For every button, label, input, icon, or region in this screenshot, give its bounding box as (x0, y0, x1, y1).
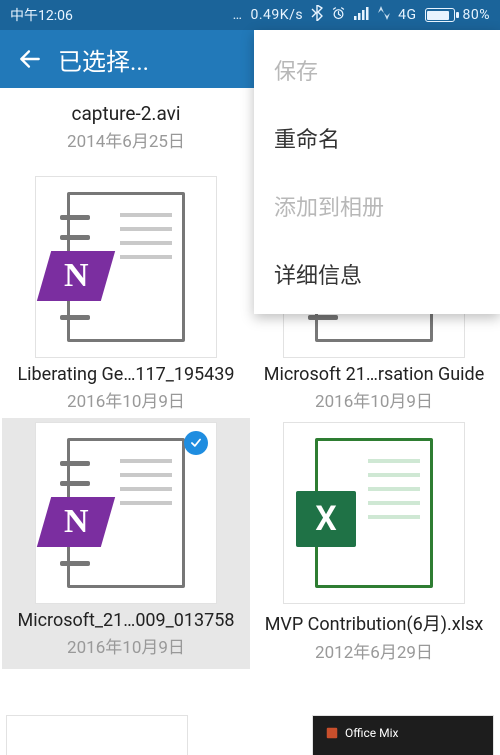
file-thumbnail-peek[interactable] (6, 715, 188, 755)
file-thumbnail: X (283, 422, 465, 604)
status-battery-pct: 80% (463, 7, 491, 23)
menu-item-details[interactable]: 详细信息 (254, 240, 500, 308)
file-cell[interactable]: N Liberating Ge…117_195439 2016年10月9日 (2, 172, 250, 418)
excel-icon: X (296, 491, 356, 547)
selection-check-icon (184, 431, 208, 455)
file-date: 2012年6月29日 (315, 638, 433, 663)
menu-item-label: 添加到相册 (274, 196, 384, 221)
menu-item-rename[interactable]: 重命名 (254, 104, 500, 172)
data-arrows-icon (378, 6, 390, 24)
signal-icon (354, 7, 370, 24)
menu-item-label: 详细信息 (274, 264, 362, 289)
officemix-label: Office Mix (345, 726, 398, 740)
file-name: MVP Contribution(6月).xlsx (265, 610, 484, 636)
back-button[interactable] (16, 45, 44, 73)
file-thumbnail: N (35, 176, 217, 358)
file-name: Microsoft_21…009_013758 (18, 610, 235, 631)
file-thumbnail: N (35, 422, 217, 604)
menu-item-label: 重命名 (274, 128, 340, 153)
onenote-icon: N (37, 497, 115, 547)
file-date: 2016年10月9日 (315, 387, 433, 412)
file-date: 2016年10月9日 (67, 387, 185, 412)
status-time: 中午12:06 (10, 5, 73, 25)
status-net-speed: 0.49K/s (251, 7, 304, 23)
menu-item-save[interactable]: 保存 (254, 36, 500, 104)
status-dots: … (233, 7, 243, 23)
file-cell[interactable]: N Microsoft_21…009_013758 2016年10月9日 (2, 418, 250, 669)
file-name: capture-2.avi (72, 102, 181, 125)
file-date: 2014年6月25日 (67, 127, 185, 152)
file-cell[interactable]: X MVP Contribution(6月).xlsx 2012年6月29日 (250, 418, 498, 669)
file-name: Liberating Ge…117_195439 (17, 364, 234, 385)
file-thumbnail-peek[interactable]: Office Mix (312, 715, 494, 755)
alarm-icon (331, 6, 346, 25)
context-menu: 保存 重命名 添加到相册 详细信息 (254, 30, 500, 314)
file-date: 2016年10月9日 (67, 633, 185, 658)
status-network-label: 4G (398, 7, 416, 23)
file-name: Microsoft 21…rsation Guide (264, 364, 485, 385)
file-cell[interactable]: capture-2.avi 2014年6月25日 (2, 92, 250, 172)
battery-icon (425, 7, 455, 23)
status-bar: 中午12:06 … 0.49K/s 4G 80% (0, 0, 500, 30)
menu-item-label: 保存 (274, 60, 318, 85)
onenote-icon: N (37, 251, 115, 301)
bottom-peek-row: Office Mix (0, 715, 500, 755)
officemix-icon (325, 726, 339, 743)
menu-item-add-to-album[interactable]: 添加到相册 (254, 172, 500, 240)
bluetooth-icon (311, 5, 323, 25)
